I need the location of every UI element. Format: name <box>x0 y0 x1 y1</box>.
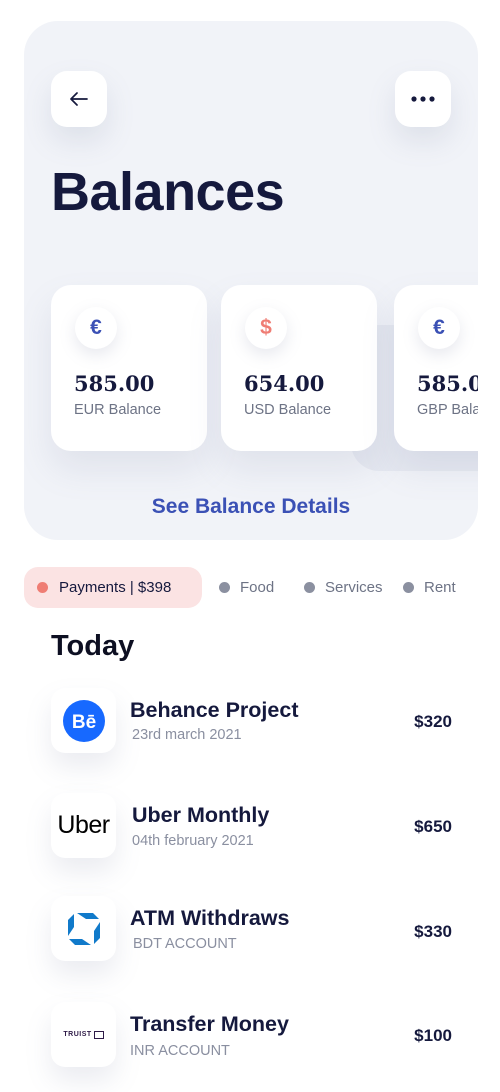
transaction-amount: $320 <box>414 712 452 731</box>
balance-label: USD Balance <box>244 402 332 418</box>
arrow-left-icon <box>70 92 88 106</box>
chip-rent[interactable]: Rent <box>403 567 456 608</box>
transaction-row[interactable]: Uber Uber Monthly 04th february 2021 $65… <box>0 793 500 883</box>
transaction-account: BDT ACCOUNT <box>133 936 237 952</box>
transaction-row[interactable]: ATM Withdraws BDT ACCOUNT $330 <box>0 896 500 986</box>
truist-logo-icon: TRUIST <box>51 1002 116 1067</box>
transaction-amount: $100 <box>414 1026 452 1045</box>
transaction-account: INR ACCOUNT <box>130 1043 230 1059</box>
chip-food[interactable]: Food <box>219 567 274 608</box>
chip-payments[interactable]: Payments | $398 <box>24 567 202 608</box>
dollar-icon: $ <box>245 307 287 349</box>
transaction-date: 23rd march 2021 <box>132 727 242 743</box>
truist-mark <box>93 1030 104 1039</box>
transaction-amount: $330 <box>414 922 452 941</box>
section-title-today: Today <box>51 630 135 662</box>
euro-icon: € <box>75 307 117 349</box>
category-filters: Payments | $398 Food Services Rent <box>24 567 484 609</box>
more-horizontal-icon <box>411 96 435 102</box>
transaction-amount: $650 <box>414 817 452 836</box>
chip-dot <box>304 582 315 593</box>
svg-text:Bē: Bē <box>71 712 95 733</box>
balance-card-eur[interactable]: € 585.00 EUR Balance <box>51 285 207 451</box>
chip-label: Rent <box>424 579 456 596</box>
transaction-name: Behance Project <box>130 698 299 722</box>
euro-icon: € <box>418 307 460 349</box>
balance-label: GBP Balance <box>417 402 478 418</box>
balance-amount: 585.00 <box>417 371 478 396</box>
balance-cards: € 585.00 EUR Balance $ 654.00 USD Balanc… <box>51 285 478 471</box>
see-balance-details-link[interactable]: See Balance Details <box>24 495 478 519</box>
chip-dot <box>37 582 48 593</box>
chip-services[interactable]: Services <box>304 567 383 608</box>
balance-card-usd[interactable]: $ 654.00 USD Balance <box>221 285 377 451</box>
more-options-button[interactable] <box>395 71 451 127</box>
truist-logo-text: TRUIST <box>63 1031 92 1038</box>
balance-amount: 585.00 <box>74 371 155 396</box>
balance-card-gbp[interactable]: € 585.00 GBP Balance <box>394 285 478 451</box>
transaction-name: ATM Withdraws <box>130 906 290 930</box>
uber-logo-text: Uber <box>57 811 110 839</box>
behance-logo-icon: Bē <box>51 688 116 753</box>
uber-logo-icon: Uber <box>51 793 116 858</box>
back-button[interactable] <box>51 71 107 127</box>
transaction-row[interactable]: TRUIST Transfer Money INR ACCOUNT $100 <box>0 1002 500 1092</box>
chip-label: Services <box>325 579 383 596</box>
balances-panel: Balances € 585.00 EUR Balance $ 654.00 U… <box>24 21 478 540</box>
balance-label: EUR Balance <box>74 402 162 418</box>
transaction-row[interactable]: Bē Behance Project 23rd march 2021 $320 <box>0 688 500 778</box>
chip-label: Payments | $398 <box>59 579 172 596</box>
balance-amount: 654.00 <box>244 371 325 396</box>
chip-label: Food <box>240 579 275 596</box>
page-title: Balances <box>51 162 285 222</box>
transaction-date: 04th february 2021 <box>132 833 254 849</box>
chip-dot <box>403 582 414 593</box>
bank-logo-icon <box>51 896 116 961</box>
transaction-name: Uber Monthly <box>132 803 270 827</box>
chip-dot <box>219 582 230 593</box>
transaction-name: Transfer Money <box>130 1012 289 1036</box>
